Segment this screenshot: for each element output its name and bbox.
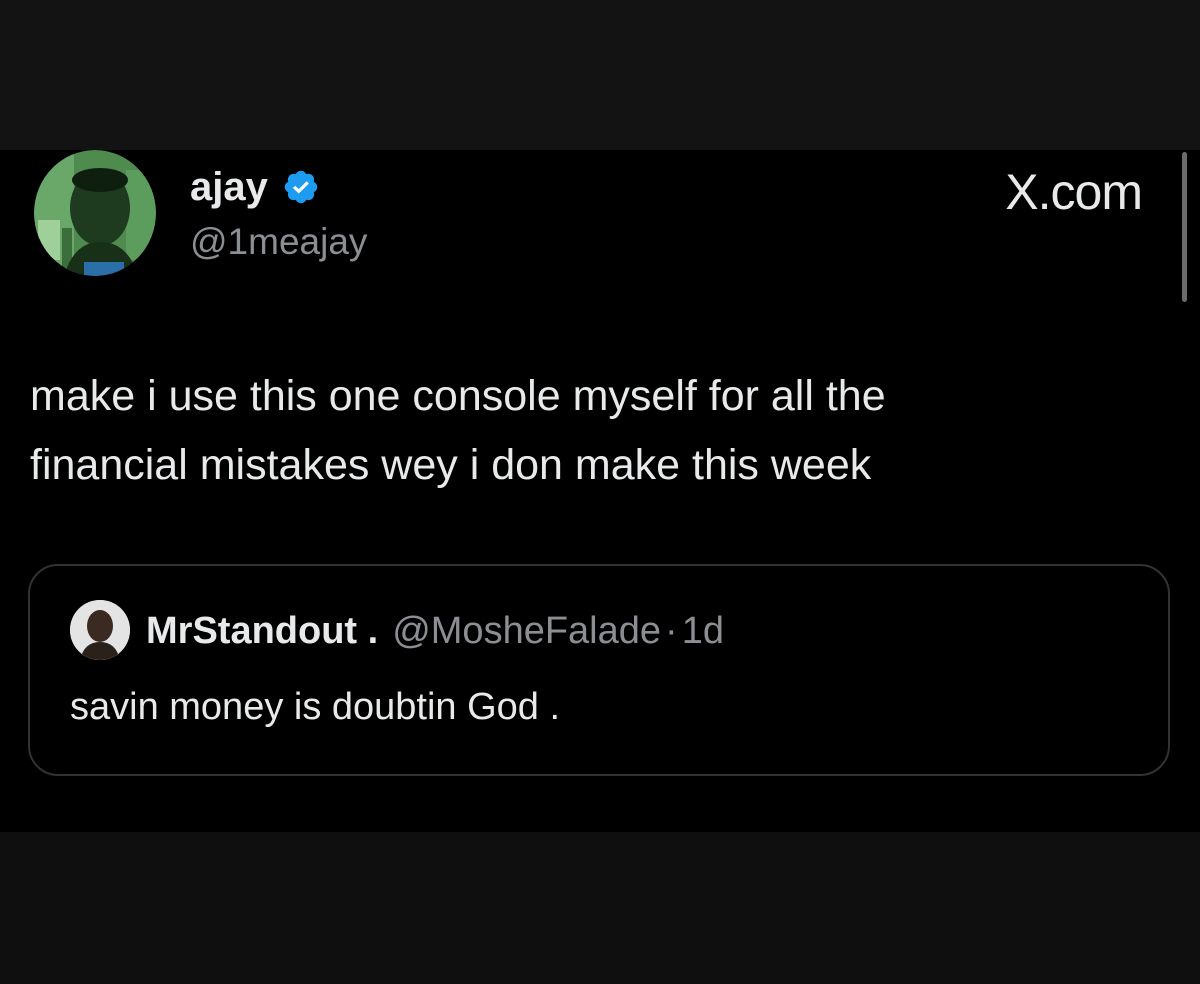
scrollbar[interactable]	[1182, 152, 1187, 302]
x-com-label: X.com	[1005, 164, 1143, 220]
quoted-tweet-header: MrStandout . @MosheFalade · 1d	[146, 608, 724, 654]
quoted-timestamp[interactable]: 1d	[682, 610, 724, 652]
top-letterbox	[0, 0, 1200, 150]
author-avatar-image	[34, 150, 156, 276]
author-name[interactable]: ajay	[190, 164, 268, 210]
quoted-author-name[interactable]: MrStandout .	[146, 610, 378, 652]
quoted-tweet-text: savin money is doubtin God .	[70, 686, 561, 728]
quoted-author-avatar[interactable]	[70, 600, 130, 660]
bottom-letterbox	[0, 832, 1200, 984]
author-avatar[interactable]	[34, 150, 156, 276]
quoted-tweet[interactable]: MrStandout . @MosheFalade · 1d savin money …	[28, 564, 1170, 776]
verified-badge-icon	[282, 168, 320, 206]
tweet-text: make i use this one console myself for a…	[30, 362, 1140, 500]
screenshot-frame: ajay @1meajay X.com make i use this one …	[0, 0, 1200, 984]
quoted-author-handle[interactable]: @MosheFalade	[392, 610, 661, 652]
tweet-card[interactable]: ajay @1meajay X.com make i use this one …	[0, 150, 1200, 832]
header-separator: ·	[665, 610, 678, 652]
tweet-text-line: financial mistakes wey i don make this w…	[30, 441, 872, 489]
tweet-text-line: make i use this one console myself for a…	[30, 372, 886, 420]
quoted-author-avatar-image	[70, 600, 130, 660]
author-handle[interactable]: @1meajay	[190, 220, 367, 264]
author-name-row[interactable]: ajay	[190, 164, 320, 210]
